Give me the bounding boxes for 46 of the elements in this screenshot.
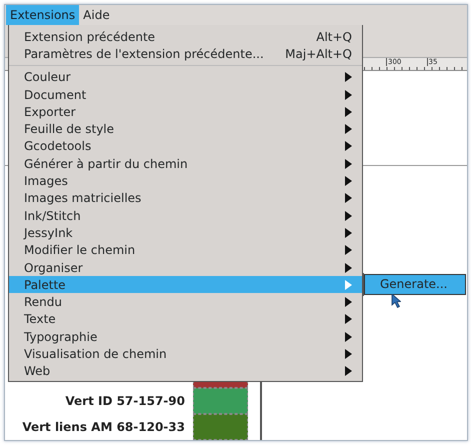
submenu-arrow-icon: [345, 176, 352, 186]
menu-item[interactable]: Images: [9, 172, 362, 190]
submenu-arrow-icon: [345, 193, 352, 204]
menu-item[interactable]: Générer à partir du chemin: [9, 155, 362, 172]
menu-bar-item[interactable]: Aide: [79, 5, 114, 25]
menu-item[interactable]: Exporter: [9, 103, 362, 120]
menu-item[interactable]: Typographie: [9, 328, 362, 346]
submenu-arrow-icon: [345, 245, 352, 256]
submenu-arrow-icon: [345, 280, 352, 290]
menu-item[interactable]: Document: [9, 86, 362, 104]
submenu-arrow-icon: [345, 348, 352, 359]
menu-item[interactable]: Extension précédente Alt+Q: [9, 28, 362, 46]
menu-item[interactable]: Modifier le chemin: [9, 242, 362, 259]
submenu-arrow-icon: [345, 90, 352, 100]
menu-item[interactable]: Texte: [9, 310, 362, 328]
submenu-arrow-icon: [345, 314, 352, 324]
submenu-arrow-icon: [345, 262, 352, 272]
submenu-arrow-icon: [345, 124, 352, 134]
shortcut-label: Maj+Alt+Q: [285, 46, 352, 61]
submenu-arrow-icon: [345, 366, 352, 376]
submenu-arrow-icon: [345, 106, 352, 117]
swatch-label: Vert ID 57-157-90: [64, 394, 185, 408]
submenu-arrow-icon: [345, 228, 352, 238]
submenu-arrow-icon: [345, 158, 352, 169]
submenu-arrow-icon: [345, 72, 352, 82]
menu-item[interactable]: Visualisation de chemin: [9, 345, 362, 363]
menu-item[interactable]: JessyInk: [9, 224, 362, 242]
menu-item[interactable]: Generate...: [364, 274, 466, 295]
menu-item[interactable]: Paramètres de l'extension précédente... Maj+Alt+Q: [9, 45, 362, 63]
shortcut-label: Alt+Q: [316, 30, 352, 44]
menu-item[interactable]: Feuille de style: [9, 120, 362, 138]
menu-item[interactable]: Organiser: [9, 258, 362, 276]
menu-item[interactable]: Couleur: [9, 68, 362, 86]
menu-item[interactable]: Rendu: [9, 293, 362, 311]
submenu-arrow-icon: [345, 297, 352, 308]
menu-item[interactable]: Ink/Stitch: [9, 206, 362, 224]
menu-bar-item[interactable]: Extensions: [6, 5, 80, 25]
menu-item[interactable]: Web: [9, 362, 362, 380]
pointer-icon: [391, 294, 401, 308]
menu-item[interactable]: Gcodetools: [9, 138, 362, 156]
swatch-label: Vert liens AM 68-120-33: [21, 420, 185, 434]
menu-item[interactable]: Palette: [9, 276, 362, 294]
menu-item[interactable]: Images matricielles: [9, 190, 362, 207]
submenu-arrow-icon: [345, 141, 352, 152]
submenu-arrow-icon: [345, 210, 352, 221]
submenu-arrow-icon: [345, 332, 352, 342]
